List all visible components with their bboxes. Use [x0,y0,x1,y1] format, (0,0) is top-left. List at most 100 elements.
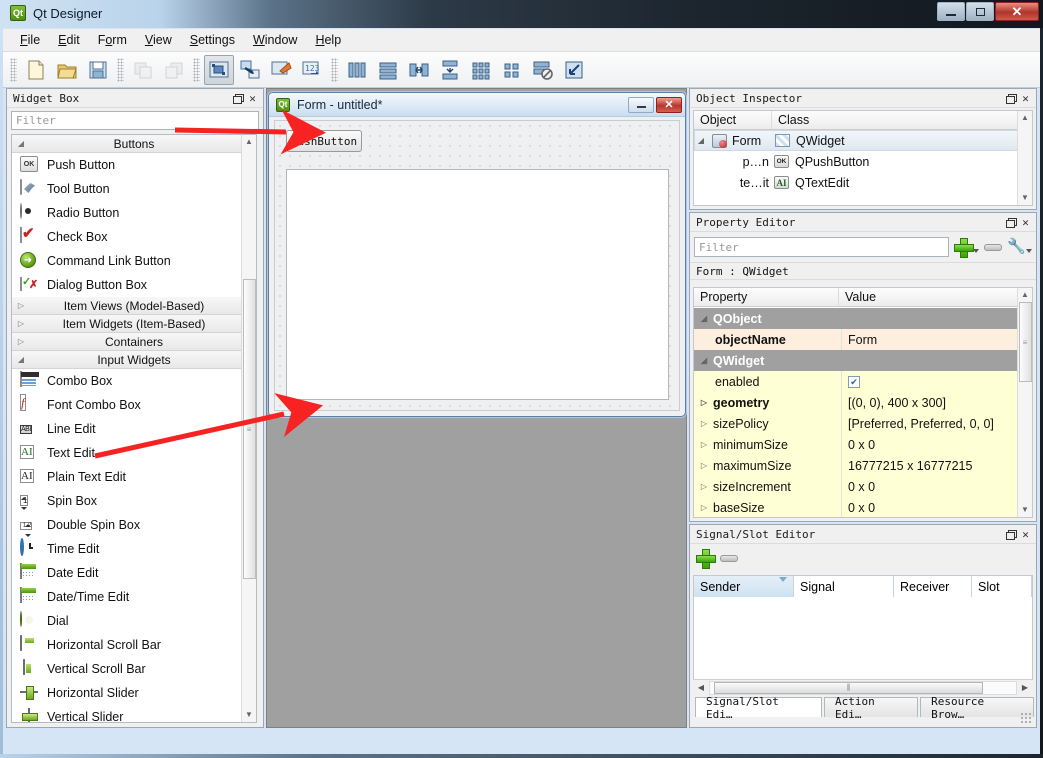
widget-box-scrollbar[interactable]: ▲ ≡ ▼ [241,135,256,722]
widget-box-close-button[interactable]: ✕ [245,91,260,106]
widget-item-command-link-button[interactable]: ➜ Command Link Button [12,249,256,273]
property-editor-float-button[interactable] [1003,215,1018,230]
form-title-bar[interactable]: Qt Form - untitled* ✕ [269,93,685,117]
property-value[interactable]: [Preferred, Preferred, 0, 0] [842,413,1017,434]
scroll-down-arrow-icon[interactable]: ▼ [1018,191,1032,205]
expanded-triangle-icon[interactable]: ◢ [698,356,710,365]
chevron-down-icon[interactable] [1026,249,1032,253]
scroll-down-arrow-icon[interactable]: ▼ [242,708,256,722]
property-editor-table[interactable]: Property Value ◢QObject objectName Form … [693,287,1033,518]
open-form-icon[interactable] [52,55,82,85]
property-value[interactable]: 16777215 x 16777215 [842,455,1017,476]
menu-file[interactable]: File [11,30,49,50]
scroll-up-arrow-icon[interactable]: ▲ [1018,111,1032,125]
collapsed-triangle-icon[interactable]: ▷ [698,398,710,407]
add-dynamic-property-icon[interactable] [954,238,972,256]
menu-edit[interactable]: Edit [49,30,89,50]
widget-item-date-time-edit[interactable]: Date/Time Edit [12,585,256,609]
widget-box-float-button[interactable] [230,91,245,106]
layout-form-icon[interactable] [497,55,527,85]
configure-icon[interactable]: 🔧 [1007,238,1025,256]
property-editor-close-button[interactable]: ✕ [1018,215,1033,230]
property-editor-scrollbar[interactable]: ▲ ≡ ▼ [1017,288,1032,517]
widget-item-tool-button[interactable]: Tool Button [12,177,256,201]
widget-item-line-edit[interactable]: ABI Line Edit [12,417,256,441]
close-button[interactable]: ✕ [995,2,1039,21]
scroll-up-arrow-icon[interactable]: ▲ [242,135,256,149]
widget-item-push-button[interactable]: OK Push Button [12,153,256,177]
widget-box-filter-input[interactable]: Filter [11,111,259,130]
form-close-button[interactable]: ✕ [656,97,682,113]
widget-item-dial[interactable]: Dial [12,609,256,633]
adjust-size-icon[interactable] [559,55,589,85]
widget-item-date-edit[interactable]: Date Edit [12,561,256,585]
widget-item-horizontal-scroll-bar[interactable]: Horizontal Scroll Bar [12,633,256,657]
signal-slot-float-button[interactable] [1003,527,1018,542]
object-inspector-tree[interactable]: Object Class ◢ Form QWidget [693,110,1033,206]
table-row[interactable]: ▷sizePolicy [Preferred, Preferred, 0, 0] [694,413,1017,434]
layout-vertically-icon[interactable] [373,55,403,85]
signal-slot-hscrollbar[interactable]: ◀ ⫼ ▶ [693,679,1033,695]
column-header-class[interactable]: Class [772,111,1032,129]
edit-widgets-icon[interactable] [204,55,234,85]
widget-item-time-edit[interactable]: Time Edit [12,537,256,561]
add-connection-icon[interactable] [696,549,714,567]
widget-item-font-combo-box[interactable]: f Font Combo Box [12,393,256,417]
menu-settings[interactable]: Settings [181,30,244,50]
edit-tab-order-icon[interactable]: 123 [297,55,327,85]
widget-item-radio-button[interactable]: Radio Button [12,201,256,225]
form-text-edit[interactable] [286,169,669,400]
object-inspector-float-button[interactable] [1003,91,1018,106]
table-row[interactable]: ▷baseSize 0 x 0 [694,497,1017,517]
form-mdi-window[interactable]: Qt Form - untitled* ✕ PushButton [268,92,686,417]
column-header-signal[interactable]: Signal [794,576,894,597]
maximize-button[interactable] [966,2,994,21]
column-header-sender[interactable]: Sender [694,576,794,597]
widget-item-plain-text-edit[interactable]: AI Plain Text Edit [12,465,256,489]
table-row[interactable]: ▷maximumSize 16777215 x 16777215 [694,455,1017,476]
tab-resource-browser[interactable]: Resource Brow… [920,697,1034,717]
undo-icon[interactable] [128,55,158,85]
remove-connection-icon[interactable] [720,555,738,562]
scrollbar-thumb[interactable]: ⫼ [714,682,983,694]
redo-icon[interactable] [159,55,189,85]
collapsed-triangle-icon[interactable]: ▷ [698,482,710,491]
signal-slot-rows[interactable] [694,597,1032,691]
table-row[interactable]: ▷sizeIncrement 0 x 0 [694,476,1017,497]
menu-help[interactable]: Help [306,30,350,50]
property-value[interactable]: 0 x 0 [842,476,1017,497]
column-header-value[interactable]: Value [839,288,1032,306]
table-row[interactable]: te…it AI QTextEdit [694,172,1032,193]
scroll-left-arrow-icon[interactable]: ◀ [693,683,709,692]
widget-box-list[interactable]: ◢ Buttons OK Push Button Tool Button Rad… [11,134,257,723]
widget-item-dialog-button-box[interactable]: ✓✗ Dialog Button Box [12,273,256,297]
object-inspector-scrollbar[interactable]: ▲ ▼ [1017,111,1032,205]
widget-category-buttons[interactable]: ◢ Buttons [12,135,256,153]
widget-category-input-widgets[interactable]: ◢ Input Widgets [12,351,256,369]
form-push-button[interactable]: PushButton [286,130,362,152]
edit-signals-slots-icon[interactable] [235,55,265,85]
hscroll-track[interactable]: ⫼ [709,681,1017,695]
scrollbar-thumb[interactable]: ≡ [243,279,256,579]
object-inspector-close-button[interactable]: ✕ [1018,91,1033,106]
property-value[interactable]: Form [842,329,1017,350]
widget-item-check-box[interactable]: Check Box [12,225,256,249]
scroll-right-arrow-icon[interactable]: ▶ [1017,683,1033,692]
table-row[interactable]: ◢ Form QWidget [694,130,1032,151]
edit-buddies-icon[interactable] [266,55,296,85]
widget-item-spin-box[interactable]: 1 Spin Box [12,489,256,513]
menu-form[interactable]: Form [89,30,136,50]
minimize-button[interactable] [937,2,965,21]
widget-item-combo-box[interactable]: Combo Box [12,369,256,393]
layout-splitter-v-icon[interactable] [435,55,465,85]
scrollbar-thumb[interactable]: ≡ [1019,302,1032,382]
widget-category-item-views[interactable]: ▷ Item Views (Model-Based) [12,297,256,315]
widget-item-vertical-slider[interactable]: Vertical Slider [12,705,256,723]
table-row[interactable]: ◢QWidget [694,350,1017,371]
layout-splitter-h-icon[interactable] [404,55,434,85]
table-row[interactable]: ▷minimumSize 0 x 0 [694,434,1017,455]
menu-view[interactable]: View [136,30,181,50]
enabled-checkbox[interactable]: ✔ [848,376,860,388]
toolbar-grip-2[interactable] [117,58,124,82]
table-row[interactable]: ◢QObject [694,308,1017,329]
